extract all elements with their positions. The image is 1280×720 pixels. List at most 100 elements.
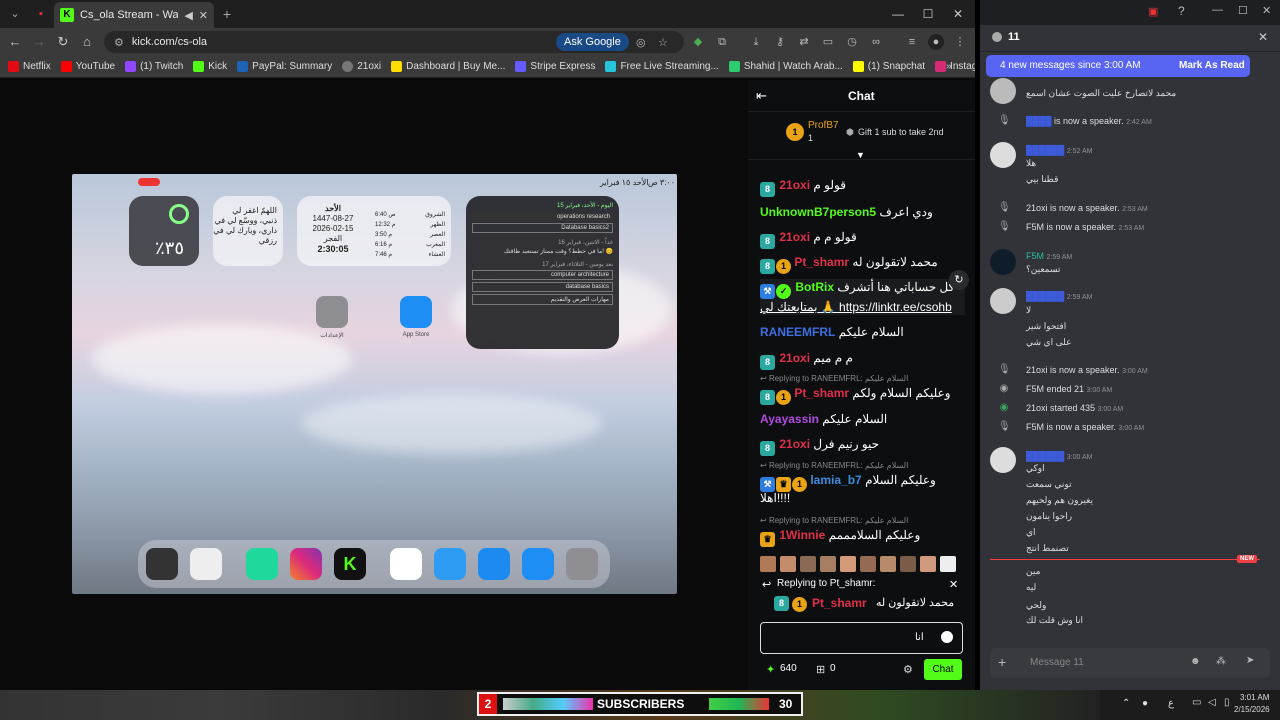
- emote-icon[interactable]: [900, 556, 916, 572]
- avatar[interactable]: [990, 288, 1016, 314]
- close-window-icon[interactable]: ✕: [943, 4, 973, 24]
- emoji-icon[interactable]: [941, 631, 953, 643]
- send-icon[interactable]: ➤: [1246, 655, 1254, 666]
- chat-message[interactable]: 81 Pt_shamr وعليكم السلام ولكم: [760, 385, 965, 405]
- bookmark-streaming[interactable]: Free Live Streaming...: [605, 61, 719, 72]
- emote-icon[interactable]: [820, 556, 836, 572]
- user-name[interactable]: ██████: [1026, 291, 1064, 301]
- chat-user[interactable]: 21oxi: [779, 437, 810, 451]
- scroll-to-latest-icon[interactable]: ↻: [949, 270, 969, 290]
- settings-dock-icon[interactable]: [566, 548, 598, 580]
- minimize-icon[interactable]: —: [883, 4, 913, 24]
- kick-studio-icon[interactable]: [246, 548, 278, 580]
- bookmark-buymeacoffee[interactable]: Dashboard | Buy Me...: [391, 61, 505, 72]
- emote-icon[interactable]: [800, 556, 816, 572]
- gift-text[interactable]: Gift 1 sub to take 2nd: [858, 127, 944, 137]
- chat-input[interactable]: انا: [760, 622, 963, 654]
- chat-message[interactable]: 8 21oxi قولو م م: [760, 229, 965, 249]
- profile-avatar[interactable]: ●: [928, 34, 944, 50]
- close-icon[interactable]: ✕: [1262, 4, 1271, 17]
- eye-off-icon[interactable]: ◎: [636, 36, 646, 49]
- address-bar[interactable]: ⚙ kick.com/cs-ola Ask Google ◎ ☆: [104, 31, 684, 53]
- bookmark-netflix[interactable]: Netflix: [8, 61, 51, 72]
- bookmark-star-icon[interactable]: ☆: [658, 36, 668, 49]
- emote-icon[interactable]: [920, 556, 936, 572]
- avatar[interactable]: [990, 249, 1016, 275]
- app-store-icon[interactable]: [400, 296, 432, 328]
- chat-text[interactable]: بمتابعتك لي 🙏 https://linktr.ee/csohb: [760, 300, 952, 314]
- chat-user[interactable]: lamia_b7: [810, 473, 861, 487]
- mic-icon[interactable]: ●: [1142, 698, 1148, 709]
- emote-icon[interactable]: [880, 556, 896, 572]
- chat-message[interactable]: 8 21oxi قولو م: [760, 177, 965, 197]
- chat-send-button[interactable]: Chat: [924, 659, 962, 680]
- chat-collapse-icon[interactable]: ⇤: [756, 88, 767, 104]
- maximize-icon[interactable]: ☐: [913, 4, 943, 24]
- bookmark-stripe[interactable]: Stripe Express: [515, 61, 595, 72]
- tab-active[interactable]: K Cs_ola Stream - Watch Live ◀ ✕: [54, 2, 214, 28]
- chat-message[interactable]: UnknownB7person5 ودي اعرف: [760, 204, 965, 220]
- drops-value[interactable]: 0: [830, 663, 836, 674]
- help-icon[interactable]: ?: [1178, 4, 1185, 18]
- tray-overflow-icon[interactable]: ⌃: [1122, 698, 1130, 709]
- ask-google-button[interactable]: Ask Google: [556, 33, 629, 51]
- chat-user[interactable]: BotRix: [795, 280, 834, 294]
- chat-user[interactable]: 21oxi: [779, 178, 810, 192]
- close-panel-icon[interactable]: ✕: [1258, 30, 1268, 44]
- chat-settings-icon[interactable]: ⚙: [903, 663, 913, 676]
- emoji-icon[interactable]: ☻: [1190, 656, 1201, 667]
- appstore-dock-icon[interactable]: [522, 548, 554, 580]
- site-info-icon[interactable]: ⚙: [114, 36, 124, 49]
- extensions-icon[interactable]: ⧉: [714, 34, 730, 50]
- battery-icon[interactable]: ▯: [1224, 697, 1230, 708]
- chat-message[interactable]: 8 21oxi حيو رنيم فرل: [760, 436, 965, 456]
- filter-icon[interactable]: ▼: [856, 150, 865, 160]
- link-icon[interactable]: ∞: [868, 34, 884, 50]
- document-icon[interactable]: [190, 548, 222, 580]
- clock-date[interactable]: 2/15/2026: [1234, 705, 1270, 714]
- netflix-tab-icon[interactable]: ▪: [32, 5, 50, 23]
- bookmarks-overflow-icon[interactable]: »: [946, 61, 952, 72]
- points-value[interactable]: 640: [780, 663, 797, 674]
- avatar[interactable]: [990, 78, 1016, 104]
- chat-user[interactable]: UnknownB7person5: [760, 205, 876, 219]
- add-attachment-icon[interactable]: +: [998, 654, 1006, 670]
- maximize-icon[interactable]: ☐: [1238, 4, 1248, 17]
- translate-icon[interactable]: ⇄: [796, 34, 812, 50]
- bookmark-youtube[interactable]: YouTube: [60, 61, 115, 72]
- media-icon[interactable]: ≡: [904, 34, 920, 50]
- mark-read-button[interactable]: Mark As Read: [1179, 60, 1245, 71]
- new-tab-button[interactable]: +: [218, 5, 236, 23]
- tab-search-icon[interactable]: ⌄: [6, 5, 24, 23]
- emote-icon[interactable]: [860, 556, 876, 572]
- settings-app-icon[interactable]: [316, 296, 348, 328]
- stream-video[interactable]: الأحد ١٥ فبراير ٣:٠٠ ص ٪٣٥ اللهمّ اغفر ل…: [72, 174, 677, 594]
- chat-message[interactable]: Ayayassin السلام عليكم: [760, 411, 965, 427]
- pinned-user[interactable]: ProfB7: [808, 120, 839, 131]
- emote-icon[interactable]: [760, 556, 776, 572]
- clock-time[interactable]: 3:01 AM: [1240, 693, 1269, 702]
- language-icon[interactable]: ع: [1168, 698, 1174, 709]
- reload-icon[interactable]: ↻: [54, 33, 72, 51]
- home-icon[interactable]: ⌂: [78, 33, 96, 51]
- user-name[interactable]: F5M: [1026, 251, 1044, 261]
- bookmark-paypal[interactable]: PayPal: Summary: [237, 61, 332, 72]
- card-icon[interactable]: ▭: [820, 34, 836, 50]
- safari-app-icon[interactable]: [478, 548, 510, 580]
- network-icon[interactable]: ▭: [1192, 697, 1201, 708]
- avatar[interactable]: [990, 142, 1016, 168]
- tab-close-icon[interactable]: ✕: [199, 9, 208, 22]
- key-icon[interactable]: ⚷: [772, 34, 788, 50]
- bookmark-kick[interactable]: Kick: [193, 61, 227, 72]
- discord-message-input[interactable]: + Message 11 ☻ ⁂ ➤: [990, 648, 1270, 678]
- chat-message[interactable]: RANEEMFRL السلام عليكم: [760, 324, 965, 340]
- emote-icon[interactable]: [940, 556, 956, 572]
- volume-icon[interactable]: ◁: [1208, 697, 1216, 708]
- files-app-icon[interactable]: [434, 548, 466, 580]
- chat-message[interactable]: ⚒ ♛ 1 lamia_b7 وعليكم السلام: [760, 472, 965, 492]
- photos-app-icon[interactable]: [390, 548, 422, 580]
- bookmark-21oxi[interactable]: 21oxi: [342, 61, 381, 72]
- history-icon[interactable]: ◷: [844, 34, 860, 50]
- chat-message[interactable]: 81 Pt_shamr محمد لاتقولون له: [760, 254, 965, 274]
- bookmark-instagram[interactable]: Instagram: [935, 61, 975, 72]
